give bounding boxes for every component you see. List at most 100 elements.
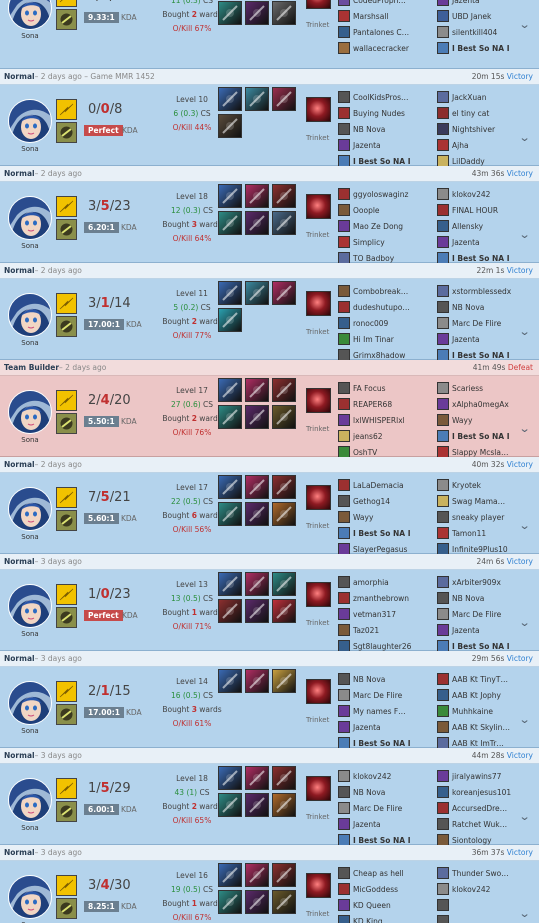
player-name[interactable]: SlayerPegasus xyxy=(353,545,407,554)
player-name[interactable]: I Best So NA I xyxy=(353,529,411,538)
player-name[interactable]: klokov242 xyxy=(452,885,490,894)
player-row[interactable]: MicGoddess xyxy=(338,881,438,897)
player-name[interactable]: JackXuan xyxy=(452,93,487,102)
player-name[interactable]: NB Nova xyxy=(452,303,484,312)
player-name[interactable]: NB Nova xyxy=(353,125,385,134)
trinket-icon[interactable] xyxy=(306,0,331,9)
player-name[interactable]: KD King xyxy=(353,917,383,923)
player-row[interactable]: KD Queen xyxy=(338,897,438,913)
item-icon[interactable] xyxy=(218,281,242,305)
player-name[interactable]: CoolKidsPros… xyxy=(353,93,408,102)
player-name[interactable]: Jazenta xyxy=(452,626,480,635)
player-name[interactable]: Jazenta xyxy=(452,335,480,344)
player-row[interactable]: amorphia xyxy=(338,574,438,590)
match-row[interactable]: Normal– 2 days ago 40m 32s Victory Sona 7/5… xyxy=(0,457,539,555)
player-name[interactable]: klokov242 xyxy=(452,190,490,199)
player-name[interactable]: Marshsall xyxy=(353,12,388,21)
item-icon[interactable] xyxy=(245,405,269,429)
player-row[interactable]: vetman317 xyxy=(338,606,438,622)
player-row[interactable]: klokov242 xyxy=(437,186,537,202)
player-name[interactable]: Grimx8hadow xyxy=(353,351,405,360)
item-icon[interactable] xyxy=(245,599,269,623)
summoner-spell-flash-icon[interactable] xyxy=(56,584,77,605)
trinket-icon[interactable] xyxy=(306,873,331,898)
player-name[interactable]: sneaky player xyxy=(452,513,504,522)
trinket-icon[interactable] xyxy=(306,291,331,316)
item-icon[interactable] xyxy=(218,599,242,623)
player-name[interactable]: vetman317 xyxy=(353,610,396,619)
player-row[interactable]: My names F… xyxy=(338,703,438,719)
player-row[interactable]: Swag Mama… xyxy=(437,493,537,509)
player-row[interactable]: Pantalones C… xyxy=(338,24,438,40)
champion-portrait[interactable] xyxy=(8,196,52,240)
item-icon[interactable] xyxy=(218,114,242,138)
summoner-spell-exhaust-icon[interactable] xyxy=(56,219,77,240)
player-row[interactable]: AAB Kt Jophy xyxy=(437,687,537,703)
trinket-icon[interactable] xyxy=(306,679,331,704)
player-row[interactable]: JackXuan xyxy=(437,89,537,105)
champion-portrait[interactable] xyxy=(8,0,52,30)
player-name[interactable]: I Best So NA I xyxy=(452,254,510,263)
item-icon[interactable] xyxy=(218,766,242,790)
player-name[interactable]: I Best So NA I xyxy=(452,351,510,360)
item-icon[interactable] xyxy=(218,502,242,526)
player-row[interactable]: jiralyawins77 xyxy=(437,768,537,784)
match-row[interactable]: Normal– 3 days ago 29m 56s Victory Sona 2/1… xyxy=(0,651,539,749)
player-row[interactable]: Jazenta xyxy=(338,137,438,153)
player-row[interactable]: wallacecracker xyxy=(338,40,438,56)
player-name[interactable]: AAB Kt TinyT… xyxy=(452,675,508,684)
item-icon[interactable] xyxy=(245,766,269,790)
player-row[interactable]: ggyoloswaginz xyxy=(338,186,438,202)
player-row[interactable]: KD King xyxy=(338,913,438,923)
player-row[interactable]: Marshsall xyxy=(338,8,438,24)
item-icon[interactable] xyxy=(272,211,296,235)
item-icon[interactable] xyxy=(218,669,242,693)
player-name[interactable]: Buying Nudes xyxy=(353,109,405,118)
summoner-spell-exhaust-icon[interactable] xyxy=(56,704,77,725)
summoner-spell-exhaust-icon[interactable] xyxy=(56,801,77,822)
player-name[interactable]: Jazenta xyxy=(452,0,480,5)
item-icon[interactable] xyxy=(272,378,296,402)
item-icon[interactable] xyxy=(245,87,269,111)
item-icon[interactable] xyxy=(245,572,269,596)
summoner-spell-exhaust-icon[interactable] xyxy=(56,607,77,628)
player-name[interactable]: AAB Kt Skylin… xyxy=(452,723,510,732)
item-icon[interactable] xyxy=(272,475,296,499)
player-name[interactable]: Jazenta xyxy=(452,238,480,247)
match-row[interactable]: Normal– 2 days ago 22m 1s Victory Sona 3/1/… xyxy=(0,263,539,361)
summoner-spell-exhaust-icon[interactable] xyxy=(56,122,77,143)
player-name[interactable]: Wayy xyxy=(452,416,472,425)
summoner-spell-exhaust-icon[interactable] xyxy=(56,9,77,30)
champion-portrait[interactable] xyxy=(8,778,52,822)
player-row[interactable]: klokov242 xyxy=(437,881,537,897)
trinket-icon[interactable] xyxy=(306,485,331,510)
player-name[interactable]: CodedProph… xyxy=(353,0,406,5)
player-name[interactable]: Marc De Flire xyxy=(452,610,501,619)
player-name[interactable]: Wayy xyxy=(353,513,373,522)
expand-chevron-icon[interactable]: ⌄ xyxy=(518,18,530,31)
player-row[interactable]: FA Focus xyxy=(338,380,438,396)
player-row[interactable]: xArbiter909x xyxy=(437,574,537,590)
player-name[interactable]: Thunder Swo… xyxy=(452,869,509,878)
player-name[interactable]: klokov242 xyxy=(353,772,391,781)
player-row[interactable]: LaLaDemacia xyxy=(338,477,438,493)
item-icon[interactable] xyxy=(245,378,269,402)
item-icon[interactable] xyxy=(218,378,242,402)
summoner-spell-flash-icon[interactable] xyxy=(56,778,77,799)
player-row[interactable]: Buying Nudes xyxy=(338,105,438,121)
item-icon[interactable] xyxy=(245,793,269,817)
player-row[interactable]: NB Nova xyxy=(437,299,537,315)
player-row[interactable]: koreanjesus101 xyxy=(437,784,537,800)
player-name[interactable]: Jazenta xyxy=(353,820,381,829)
item-icon[interactable] xyxy=(245,1,269,25)
player-row[interactable]: Marc De Flire xyxy=(338,687,438,703)
player-name[interactable]: lxlWHISPERlxl xyxy=(353,416,405,425)
player-row[interactable]: CoolKidsPros… xyxy=(338,89,438,105)
player-name[interactable]: Swag Mama… xyxy=(452,497,505,506)
player-name[interactable]: NB Nova xyxy=(452,594,484,603)
player-name[interactable]: My names F… xyxy=(353,707,406,716)
player-name[interactable]: Marc De Flire xyxy=(452,319,501,328)
champion-portrait[interactable] xyxy=(8,99,52,143)
player-name[interactable]: I Best So NA I xyxy=(452,642,510,651)
player-name[interactable]: Simplicy xyxy=(353,238,385,247)
